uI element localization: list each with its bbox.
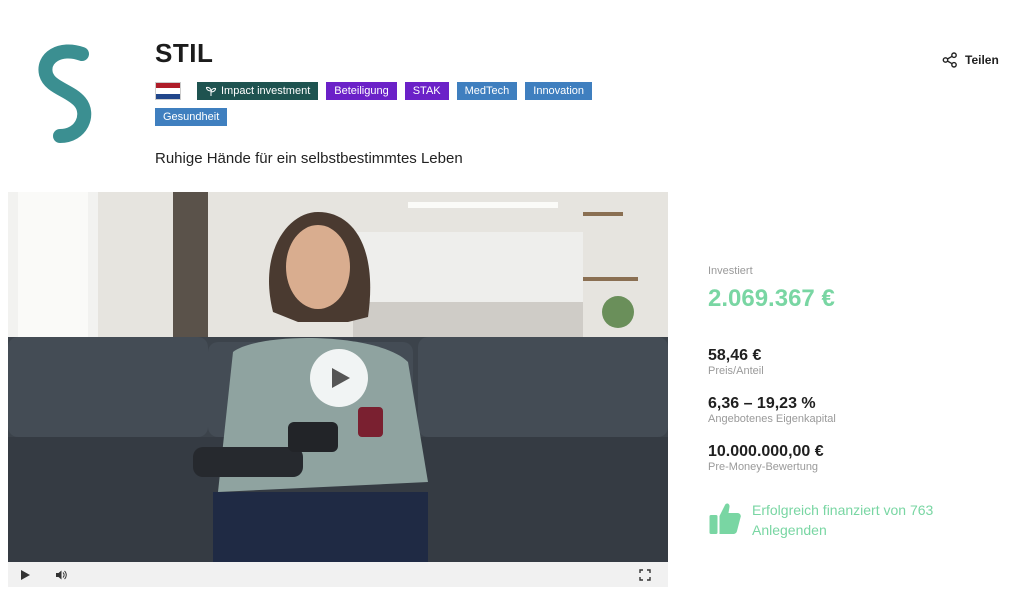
- funded-text: Erfolgreich finanziert von 763 Anlegende…: [752, 502, 934, 538]
- share-label: Teilen: [965, 53, 999, 67]
- equity-block: 6,36 – 19,23 % Angebotenes Eigenkapital: [708, 395, 836, 425]
- price-label: Preis/Anteil: [708, 365, 764, 377]
- volume-icon: [56, 570, 67, 579]
- volume-button[interactable]: [54, 568, 68, 582]
- play-icon: [332, 368, 350, 388]
- invested-amount: 2.069.367 €: [708, 285, 835, 312]
- tag-beteiligung[interactable]: Beteiligung: [326, 82, 397, 100]
- control-play-button[interactable]: [18, 568, 32, 582]
- equity-value: 6,36 – 19,23 %: [708, 395, 816, 412]
- fullscreen-icon: [639, 568, 651, 581]
- invested-block: Investiert 2.069.367 €: [708, 265, 835, 313]
- tagline: Ruhige Hände für ein selbstbestimmtes Le…: [155, 150, 463, 167]
- tag-medtech[interactable]: MedTech: [456, 82, 518, 100]
- tag-list: Impact investment Beteiligung STAK MedTe…: [155, 82, 625, 126]
- equity-label: Angebotenes Eigenkapital: [708, 413, 836, 425]
- fullscreen-button[interactable]: [638, 568, 652, 582]
- video-controls: [8, 562, 668, 587]
- page-title: STIL: [155, 38, 214, 68]
- netherlands-flag: [155, 82, 181, 100]
- valuation-label: Pre-Money-Bewertung: [708, 461, 819, 473]
- tag-gesundheit[interactable]: Gesundheit: [155, 108, 228, 126]
- tag-stak[interactable]: STAK: [404, 82, 449, 100]
- tag-innovation[interactable]: Innovation: [525, 82, 593, 100]
- price-value: 58,46 €: [708, 347, 762, 364]
- invested-label: Investiert: [708, 265, 753, 277]
- valuation-value: 10.000.000,00 €: [708, 443, 824, 460]
- thumbs-up-icon: [709, 503, 741, 534]
- tag-impact-investment[interactable]: Impact investment: [197, 82, 319, 100]
- valuation-block: 10.000.000,00 € Pre-Money-Bewertung: [708, 443, 824, 473]
- funded-status: Erfolgreich finanziert von 763 Anlegende…: [708, 500, 992, 540]
- price-block: 58,46 € Preis/Anteil: [708, 347, 764, 377]
- video-player[interactable]: [8, 192, 668, 587]
- company-logo: [38, 44, 92, 143]
- sprout-icon: [205, 86, 217, 96]
- share-icon: [942, 52, 957, 68]
- play-button[interactable]: [310, 349, 368, 407]
- tag-label: Impact investment: [221, 85, 311, 97]
- play-icon: [21, 569, 30, 580]
- share-button[interactable]: Teilen: [942, 52, 999, 68]
